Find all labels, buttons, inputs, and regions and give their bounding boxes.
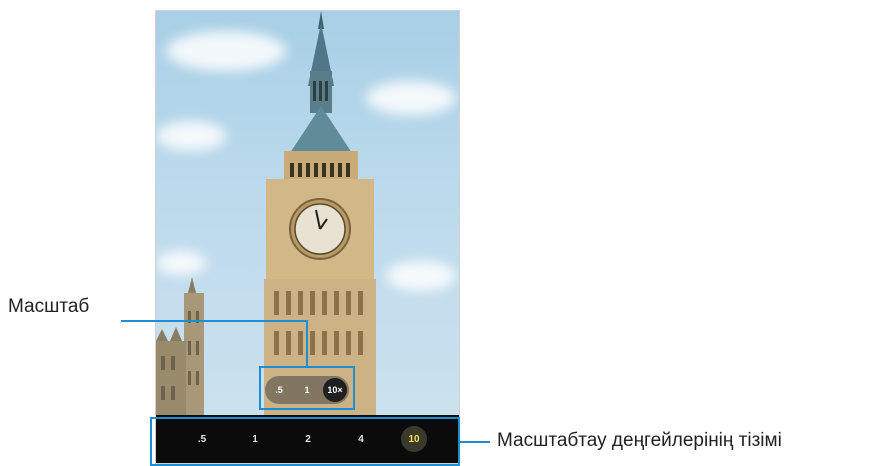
zoom-label: Масштаб: [8, 296, 90, 317]
zoom-list-label: Масштабтау деңгейлерінің тізімі: [497, 430, 782, 451]
zoom-callout-line: [121, 320, 308, 322]
zoom-callout-line-vertical: [306, 320, 308, 367]
zoom-list-callout-line: [460, 441, 490, 443]
zoom-control-highlight: [259, 366, 355, 410]
clock-tower: [264, 11, 376, 415]
left-tower: [156, 277, 204, 415]
zoom-list-highlight: [150, 417, 460, 466]
